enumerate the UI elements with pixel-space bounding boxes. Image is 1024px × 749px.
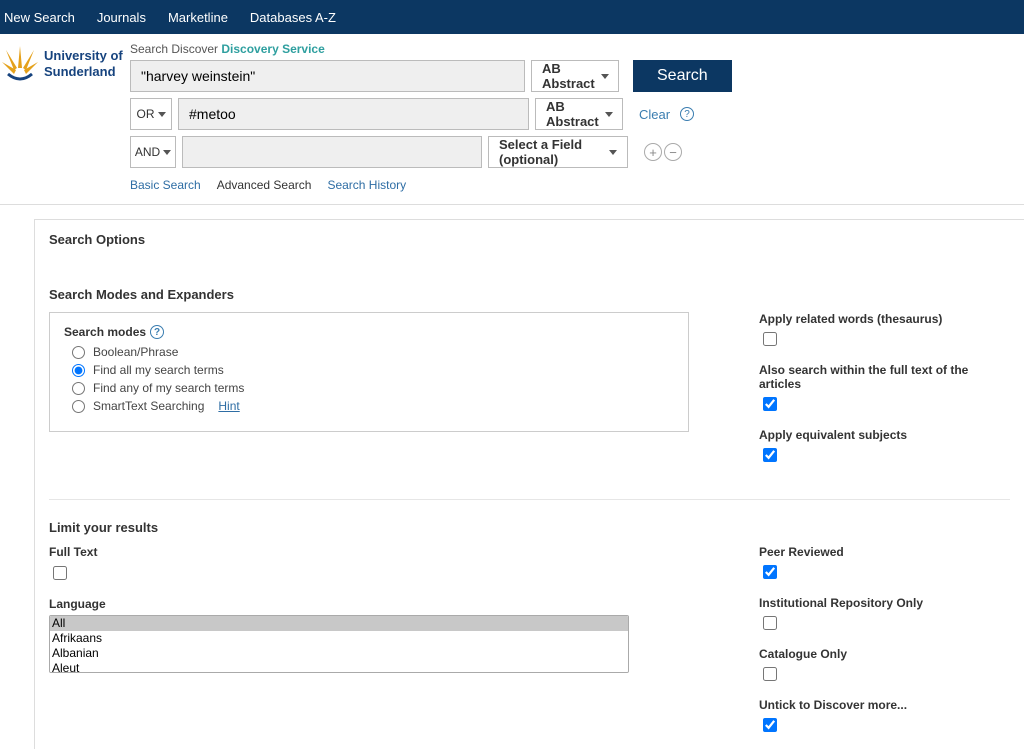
expander-related-label: Apply related words (thesaurus) [759, 312, 1010, 326]
lang-option[interactable]: All [50, 616, 628, 631]
limit-fulltext-checkbox[interactable] [53, 566, 67, 580]
chevron-down-icon [601, 74, 609, 79]
limit-inst-checkbox[interactable] [763, 616, 777, 630]
mode-all-label: Find all my search terms [93, 363, 224, 377]
search-rows: AB Abstract Search OR AB Abstract Clear … [130, 60, 1024, 168]
search-row-1: AB Abstract Search [130, 60, 1024, 92]
search-row-3: AND Select a Field (optional) + − [130, 136, 1024, 168]
hint-link[interactable]: Hint [218, 399, 239, 413]
mode-boolean[interactable]: Boolean/Phrase [72, 345, 674, 359]
expander-fulltext-label: Also search within the full text of the … [759, 363, 1010, 391]
brand-line2: Sunderland [44, 64, 116, 79]
expander-related-checkbox[interactable] [763, 332, 777, 346]
mode-all-radio[interactable] [72, 364, 85, 377]
field-select-3[interactable]: Select a Field (optional) [488, 136, 628, 168]
search-modes-label: Search modes [64, 325, 146, 339]
search-mode-links: Basic Search Advanced Search Search Hist… [130, 178, 1024, 192]
nav-journals[interactable]: Journals [97, 10, 146, 25]
sunburst-icon [2, 40, 38, 88]
add-row-button[interactable]: + [644, 143, 662, 161]
breadcrumb-service-link[interactable]: Discovery Service [221, 42, 324, 56]
search-term-1[interactable] [130, 60, 525, 92]
chevron-down-icon [605, 112, 613, 117]
header-divider [0, 204, 1024, 205]
boolean-select-3-label: AND [135, 145, 160, 159]
header: University of Sunderland Search Discover… [0, 34, 1024, 196]
remove-row-button[interactable]: − [664, 143, 682, 161]
mode-any-radio[interactable] [72, 382, 85, 395]
section-limits-title: Limit your results [49, 520, 1010, 535]
nav-databases[interactable]: Databases A-Z [250, 10, 336, 25]
mode-smart-label: SmartText Searching [93, 399, 204, 413]
institution-logo: University of Sunderland [0, 40, 130, 88]
clear-link[interactable]: Clear [639, 107, 670, 122]
help-icon[interactable]: ? [680, 107, 694, 121]
boolean-select-2-label: OR [137, 107, 155, 121]
breadcrumb-prefix: Search Discover [130, 42, 221, 56]
field-select-1[interactable]: AB Abstract [531, 60, 619, 92]
limit-peer-label: Peer Reviewed [759, 545, 1010, 559]
field-select-2-label: AB Abstract [546, 99, 599, 129]
boolean-select-3[interactable]: AND [130, 136, 176, 168]
limit-language-label: Language [49, 597, 689, 611]
section-modes-title: Search Modes and Expanders [49, 287, 1010, 302]
lang-option[interactable]: Aleut [50, 661, 628, 673]
field-select-3-label: Select a Field (optional) [499, 137, 603, 167]
section-modes-expanders: Search Modes and Expanders Search modes … [49, 287, 1010, 500]
basic-search-link[interactable]: Basic Search [130, 178, 201, 192]
mode-smart-radio[interactable] [72, 400, 85, 413]
nav-marketline[interactable]: Marketline [168, 10, 228, 25]
limit-inst-label: Institutional Repository Only [759, 596, 1010, 610]
search-term-3[interactable] [182, 136, 482, 168]
expander-fulltext-checkbox[interactable] [763, 397, 777, 411]
expander-equiv-checkbox[interactable] [763, 448, 777, 462]
top-nav: New Search Journals Marketline Databases… [0, 0, 1024, 34]
advanced-search-label: Advanced Search [217, 178, 312, 192]
mode-boolean-radio[interactable] [72, 346, 85, 359]
breadcrumb: Search Discover Discovery Service [130, 42, 1024, 56]
brand-line1: University of [44, 48, 123, 63]
chevron-down-icon [158, 112, 166, 117]
chevron-down-icon [609, 150, 617, 155]
search-modes-fieldset: Search modes ? Boolean/Phrase Find all m… [49, 312, 689, 432]
field-select-2[interactable]: AB Abstract [535, 98, 623, 130]
chevron-down-icon [163, 150, 171, 155]
boolean-select-2[interactable]: OR [130, 98, 172, 130]
search-row-2: OR AB Abstract Clear ? [130, 98, 1024, 130]
mode-any-label: Find any of my search terms [93, 381, 244, 395]
options-title: Search Options [49, 232, 1010, 247]
mode-smart[interactable]: SmartText Searching Hint [72, 399, 674, 413]
field-select-1-label: AB Abstract [542, 61, 595, 91]
expander-equiv-label: Apply equivalent subjects [759, 428, 1010, 442]
lang-option[interactable]: Albanian [50, 646, 628, 661]
search-history-link[interactable]: Search History [327, 178, 406, 192]
limit-peer-checkbox[interactable] [763, 565, 777, 579]
search-button[interactable]: Search [633, 60, 732, 92]
limit-language-select[interactable]: All Afrikaans Albanian Aleut [49, 615, 629, 673]
mode-boolean-label: Boolean/Phrase [93, 345, 178, 359]
lang-option[interactable]: Afrikaans [50, 631, 628, 646]
help-icon[interactable]: ? [150, 325, 164, 339]
limit-catalogue-checkbox[interactable] [763, 667, 777, 681]
mode-any[interactable]: Find any of my search terms [72, 381, 674, 395]
limit-catalogue-label: Catalogue Only [759, 647, 1010, 661]
mode-all[interactable]: Find all my search terms [72, 363, 674, 377]
search-block: Search Discover Discovery Service AB Abs… [130, 40, 1024, 192]
limit-untick-checkbox[interactable] [763, 718, 777, 732]
search-term-2[interactable] [178, 98, 529, 130]
limit-fulltext-label: Full Text [49, 545, 689, 559]
search-options-panel: Search Options Search Modes and Expander… [34, 219, 1024, 749]
limit-untick-label: Untick to Discover more... [759, 698, 1010, 712]
nav-new-search[interactable]: New Search [4, 10, 75, 25]
section-limits: Limit your results Full Text Language Al… [49, 520, 1010, 749]
